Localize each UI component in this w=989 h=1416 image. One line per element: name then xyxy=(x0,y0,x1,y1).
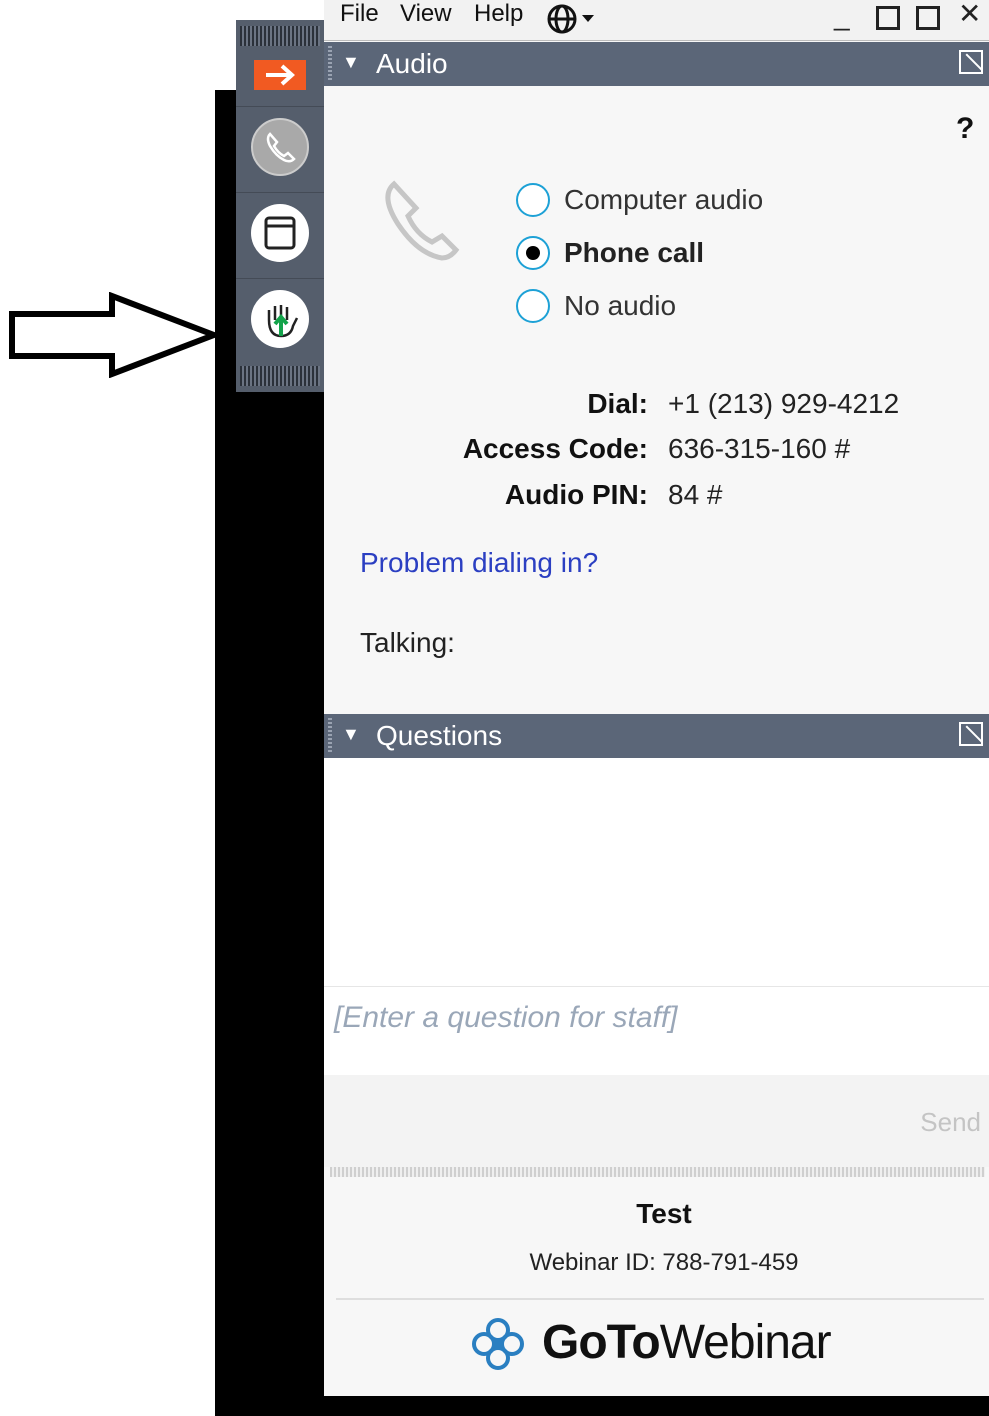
problem-dialing-link[interactable]: Problem dialing in? xyxy=(360,547,598,579)
audio-panel-header[interactable]: ▼ Audio xyxy=(324,42,989,86)
raise-hand-button[interactable] xyxy=(236,278,324,364)
radio-phone-call[interactable] xyxy=(516,236,550,270)
menu-view[interactable]: View xyxy=(400,0,452,28)
background-dark-strip xyxy=(330,1396,989,1416)
question-input-placeholder: [Enter a question for staff] xyxy=(334,1001,678,1034)
arrow-right-icon xyxy=(254,60,306,90)
send-button[interactable]: Send xyxy=(920,1107,981,1138)
questions-log xyxy=(324,758,989,986)
toolbar-top-grip[interactable] xyxy=(240,26,320,46)
phone-icon xyxy=(251,118,309,176)
footer-divider xyxy=(336,1298,984,1300)
option-phone-call-label: Phone call xyxy=(564,237,705,268)
question-input[interactable]: [Enter a question for staff] xyxy=(324,986,989,1076)
control-panel-toolbar xyxy=(236,20,324,392)
audio-toolbar-button[interactable] xyxy=(236,106,324,193)
collapse-triangle-icon[interactable]: ▼ xyxy=(342,724,360,745)
send-area: Send xyxy=(324,1075,989,1167)
radio-computer-audio[interactable] xyxy=(516,183,550,217)
language-globe-icon[interactable] xyxy=(544,4,606,39)
audio-help-icon[interactable]: ? xyxy=(956,112,974,146)
dial-value: +1 (213) 929-4212 xyxy=(668,388,900,419)
menu-file[interactable]: File xyxy=(340,0,379,28)
raise-hand-icon xyxy=(251,290,309,348)
audio-panel-title: Audio xyxy=(376,48,448,79)
dial-label: Dial: xyxy=(587,388,648,419)
popout-icon[interactable] xyxy=(916,6,940,30)
window-toolbar-button[interactable] xyxy=(236,192,324,279)
access-code-value: 636-315-160 # xyxy=(668,433,851,464)
toolbar-bottom-grip[interactable] xyxy=(240,366,320,386)
audio-pin-value: 84 # xyxy=(668,479,723,510)
menu-bar: File View Help _ ✕ xyxy=(324,0,989,41)
menu-help[interactable]: Help xyxy=(474,0,523,28)
undock-panel-icon[interactable] xyxy=(959,50,983,74)
webinar-title: Test xyxy=(636,1198,692,1229)
panel-grip xyxy=(328,718,332,754)
collapse-triangle-icon[interactable]: ▼ xyxy=(342,52,360,73)
close-icon[interactable]: ✕ xyxy=(958,0,981,28)
panel-grip xyxy=(328,46,332,82)
questions-panel-title: Questions xyxy=(376,720,503,751)
undock-panel-icon[interactable] xyxy=(959,722,983,746)
gotowebinar-brand: GoToWebinar xyxy=(542,1315,832,1370)
talking-label: Talking: xyxy=(360,627,455,658)
audio-pin-label: Audio PIN: xyxy=(504,479,648,510)
option-computer-audio-label: Computer audio xyxy=(564,184,764,215)
pointer-arrow-icon xyxy=(9,292,218,378)
brand-webinar: Webinar xyxy=(659,1316,832,1369)
window-icon xyxy=(251,204,309,262)
brand-goto: GoTo xyxy=(542,1316,661,1369)
webinar-id: Webinar ID: 788-791-459 xyxy=(529,1249,799,1276)
radio-no-audio[interactable] xyxy=(516,289,550,323)
collapse-panel-button[interactable] xyxy=(236,46,324,107)
questions-panel-header[interactable]: ▼ Questions xyxy=(324,714,989,758)
phone-large-icon xyxy=(372,172,472,277)
access-code-label: Access Code: xyxy=(462,433,648,464)
maximize-icon[interactable] xyxy=(876,6,900,30)
resize-grip[interactable] xyxy=(330,1167,985,1177)
option-no-audio-label: No audio xyxy=(564,290,677,321)
gotowebinar-logo-icon xyxy=(468,1314,528,1379)
minimize-icon[interactable]: _ xyxy=(834,2,850,30)
